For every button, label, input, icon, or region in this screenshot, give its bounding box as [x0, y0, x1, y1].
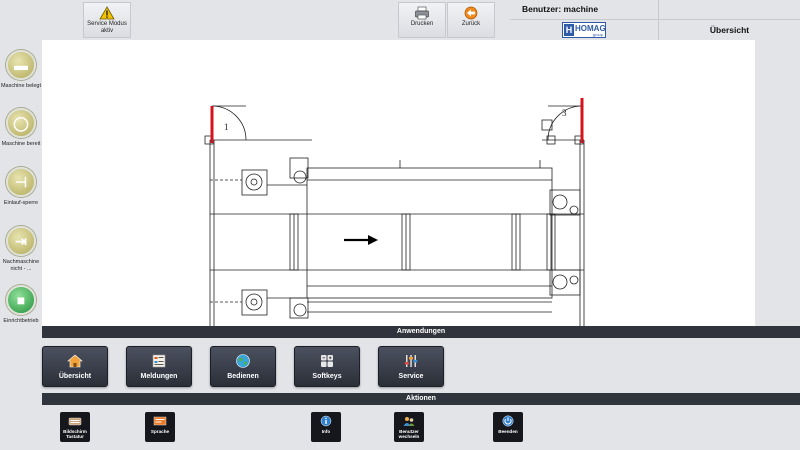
print-button[interactable]: Drucken [398, 2, 446, 38]
user-info-spacer [658, 0, 800, 20]
power-icon [502, 415, 514, 427]
status-downstream-machine[interactable]: ⇥ Nachmaschine nicht - ... [0, 226, 42, 273]
app-label: Service [398, 373, 424, 380]
action-label: Beenden [498, 429, 518, 434]
applications-header: Anwendungen [42, 326, 800, 338]
action-label: Benutzer wechseln [398, 429, 420, 439]
app-button-service[interactable]: Service [378, 346, 444, 387]
view-title: Übersicht [658, 20, 800, 40]
door-label-3: 3 [562, 108, 567, 118]
action-label: Sprache [150, 429, 170, 434]
machine-schematic: 1 3 [204, 98, 585, 326]
keyboard-icon [68, 417, 82, 426]
status-label: Maschine bereit [1, 141, 41, 147]
service-mode-label: Service Modus aktiv [87, 21, 127, 34]
warning-icon [99, 6, 115, 20]
status-machine-occupied[interactable]: ▬ Maschine belegt [0, 50, 42, 90]
top-bar: Service Modus aktiv Drucken Zurück Benut… [0, 0, 800, 40]
machine-drawing: 1 3 [42, 40, 755, 326]
app-label: Softkeys [312, 373, 342, 380]
language-icon [153, 416, 167, 426]
app-button-operate[interactable]: Bedienen [210, 346, 276, 387]
app-button-overview[interactable]: Übersicht [42, 346, 108, 387]
right-margin [755, 40, 800, 326]
status-machine-ready[interactable]: ◯ Maschine bereit [0, 108, 42, 148]
downstream-machine-icon: ⇥ [6, 226, 36, 256]
action-button-switch-user[interactable]: Benutzer wechseln [394, 412, 424, 442]
back-label: Zurück [461, 21, 481, 27]
flow-direction-arrow [344, 235, 378, 245]
app-label: Bedienen [227, 373, 259, 380]
homag-logo: H HOMAG group [562, 22, 606, 38]
app-label: Übersicht [58, 373, 92, 380]
infeed-lock-icon: ⊣ [6, 167, 36, 197]
logo-letter: H [564, 24, 574, 36]
logo-sub: group [592, 32, 603, 37]
current-user: Benutzer: machine [510, 0, 658, 20]
service-sliders-icon [404, 355, 418, 367]
status-label: Maschine belegt [0, 83, 42, 89]
status-setup-mode[interactable]: ■ Einrichtbetrieb [0, 285, 42, 325]
app-label: Meldungen [140, 373, 178, 380]
status-column: ▬ Maschine belegt ◯ Maschine bereit ⊣ Ei… [0, 40, 42, 330]
setup-mode-icon: ■ [6, 285, 36, 315]
machine-occupied-icon: ▬ [6, 50, 36, 80]
action-button-exit[interactable]: Beenden [493, 412, 523, 442]
printer-icon [415, 6, 429, 20]
status-label: Einlauf-sperre [3, 200, 39, 206]
home-icon [67, 354, 83, 368]
back-button[interactable]: Zurück [447, 2, 495, 38]
action-button-keyboard[interactable]: Bildschirm Tastatur [60, 412, 90, 442]
messages-icon [152, 354, 166, 368]
back-arrow-icon [464, 6, 478, 20]
door-label-1: 1 [224, 122, 229, 132]
print-label: Drucken [410, 21, 434, 27]
status-label: Nachmaschine nicht - ... [2, 259, 40, 272]
logo-area: H HOMAG group [510, 20, 658, 40]
action-label: Bildschirm Tastatur [63, 429, 87, 439]
app-button-messages[interactable]: Meldungen [126, 346, 192, 387]
info-icon [320, 415, 332, 427]
operate-globe-icon [236, 354, 250, 368]
switch-user-icon [403, 417, 415, 426]
app-button-softkeys[interactable]: Softkeys [294, 346, 360, 387]
machine-ready-icon: ◯ [6, 108, 36, 138]
action-label: Info [321, 429, 331, 434]
softkeys-icon [321, 355, 333, 367]
action-button-language[interactable]: Sprache [145, 412, 175, 442]
action-button-info[interactable]: Info [311, 412, 341, 442]
actions-header: Aktionen [42, 393, 800, 405]
status-infeed-lock[interactable]: ⊣ Einlauf-sperre [0, 167, 42, 207]
service-mode-button[interactable]: Service Modus aktiv [83, 2, 131, 38]
status-label: Einrichtbetrieb [3, 318, 39, 324]
